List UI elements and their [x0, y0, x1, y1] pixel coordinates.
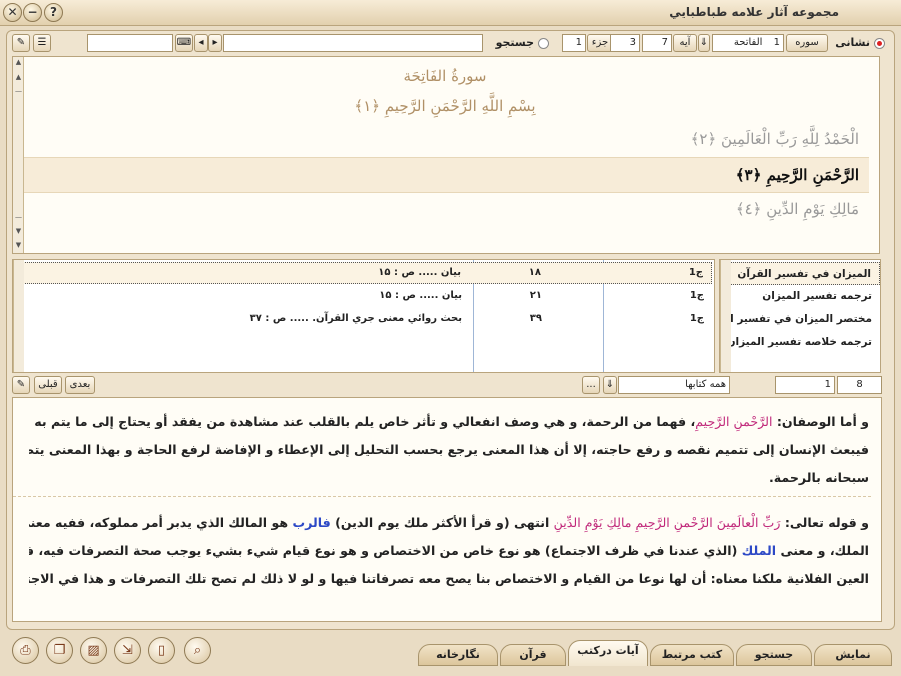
close-icon[interactable]: ✕: [3, 3, 22, 22]
ayah-field[interactable]: 7: [642, 34, 672, 52]
table-row[interactable]: ج1 ۱۸ بيان ..... ص : ۱۵: [22, 262, 712, 284]
commentary-text: و أما الوصفان: الرَّحْمنِ الرَّحِيمِ، فه…: [12, 397, 882, 622]
term-link[interactable]: الملك: [742, 543, 776, 558]
book-item[interactable]: مختصر الميزان في تفسير ال ...: [720, 308, 880, 331]
prev-icon[interactable]: ◂: [194, 34, 208, 52]
ref-page: ۲۱: [529, 290, 542, 301]
books-scrollbar[interactable]: [720, 260, 731, 372]
search-label: جستجو: [495, 36, 534, 49]
more-button[interactable]: ...: [582, 376, 600, 394]
ref-volume: ج1: [689, 290, 704, 301]
search-text-field[interactable]: [223, 34, 483, 52]
quran-toolbar: ✎ ☰ ⌨ ◂ ▸ جستجو 1 جزء 3 7 آيه ⇓ 1 الفاتح…: [12, 34, 889, 56]
ref-volume: ج1: [689, 313, 704, 324]
ref-page: ۳۹: [529, 313, 542, 324]
verse-4: مَالِكِ يَوْمِ الدِّينِ ﴿٤﴾: [735, 200, 859, 218]
verse-row-current[interactable]: الرَّحْمَنِ الرَّحِيمِ ﴿٣﴾: [13, 157, 869, 193]
window-title: مجموعه آثار علامه طباطبايي: [669, 5, 839, 19]
verse-row[interactable]: الْحَمْدُ لِلَّهِ رَبِّ الْعَالَمِينَ ﴿٢…: [13, 121, 869, 157]
surah-title: سورةُ الفَاتِحَة: [403, 67, 487, 85]
ref-page: ۱۸: [528, 267, 541, 278]
ref-volume: ج1: [688, 267, 703, 278]
verse-2: الْحَمْدُ لِلَّهِ رَبِّ الْعَالَمِينَ ﴿٢…: [690, 130, 859, 148]
references-table: ج1 ۱۸ بيان ..... ص : ۱۵ ج1 ۲۱ بيان .....…: [12, 259, 715, 373]
surah-label: سوره: [786, 34, 828, 52]
note-icon[interactable]: ▨: [80, 637, 107, 664]
export-icon[interactable]: ⇲: [114, 637, 141, 664]
text-line: العين الفلانية ملكنا معناه: أن لها نوعا …: [29, 571, 869, 586]
juz-field[interactable]: 1: [562, 34, 586, 52]
tab-search[interactable]: جستجو: [736, 644, 812, 666]
tab-quran[interactable]: قرآن: [500, 644, 566, 666]
next-icon[interactable]: ▸: [208, 34, 222, 52]
display-label: نشانی: [835, 36, 870, 49]
verse-3: الرَّحْمَنِ الرَّحِيمِ ﴿٣﴾: [735, 166, 859, 184]
ref-description: بحث روائي معنى جري القرآن. ..... ص : ۳۷: [249, 313, 462, 324]
tab-verses-in-books[interactable]: آيات درکتب: [568, 640, 648, 666]
surah-name-field[interactable]: 1 الفاتحة: [712, 34, 784, 52]
list-view-icon[interactable]: ☰: [33, 34, 51, 52]
text-line: و قوله تعالى: رَبِّ الْعالَمِينَ الرَّحْ…: [29, 515, 869, 530]
quran-quote[interactable]: رَبِّ الْعالَمِينَ الرَّحْمنِ الرَّحِيمِ…: [554, 515, 781, 530]
minimize-icon[interactable]: −: [23, 3, 42, 22]
verse-row[interactable]: مَالِكِ يَوْمِ الدِّينِ ﴿٤﴾: [13, 191, 869, 227]
basmala: بِسْمِ اللَّهِ الرَّحْمَنِ الرَّحِيمِ ﴿١…: [354, 97, 536, 115]
tab-gallery[interactable]: نگارخانه: [418, 644, 498, 666]
text-line: و أما الوصفان: الرَّحْمنِ الرَّحِيمِ، فه…: [29, 414, 869, 429]
books-select[interactable]: همه کتابها: [618, 376, 730, 394]
edit-note-icon[interactable]: ✎: [12, 34, 30, 52]
help-icon[interactable]: ?: [44, 3, 63, 22]
title-bar: ✕ − ? مجموعه آثار علامه طباطبايي: [0, 0, 901, 26]
text-line: فيبعث الإنسان إلى تتميم نقصه و رفع حاجته…: [29, 442, 869, 457]
ayah-field-b[interactable]: 3: [610, 34, 640, 52]
table-row[interactable]: ج1 ۲۱ بيان ..... ص : ۱۵: [22, 286, 712, 308]
dropdown-icon[interactable]: ⇓: [603, 376, 617, 394]
bottom-tabs: نمایش جستجو کتب مرتبط آيات درکتب قرآن نگ…: [404, 640, 892, 668]
quran-scrollbar[interactable]: ▲ ▲ — — ▼ ▼: [13, 57, 24, 253]
search-input[interactable]: [87, 34, 173, 52]
display-radio[interactable]: [874, 38, 885, 49]
search-radio[interactable]: [538, 38, 549, 49]
table-row[interactable]: ج1 ۳۹ بحث روائي معنى جري القرآن. ..... ص…: [22, 309, 712, 331]
prev-button[interactable]: قبلی: [34, 376, 62, 394]
copy-icon[interactable]: ❐: [46, 637, 73, 664]
text-line: سبحانه بالرحمة.: [768, 470, 869, 485]
quran-quote[interactable]: الرَّحْمنِ الرَّحِيمِ: [695, 414, 772, 429]
surah-name: الفاتحة: [733, 37, 763, 48]
page-number-field[interactable]: 1: [775, 376, 835, 394]
refs-scrollbar[interactable]: [13, 260, 24, 372]
term-link[interactable]: فالرب: [293, 515, 331, 530]
pen-icon[interactable]: ✎: [12, 376, 30, 394]
books-list: الميزان في تفسير القرآن ترجمه تفسير المي…: [719, 259, 881, 373]
nav-bar: ✎ قبلی بعدی ... ⇓ همه کتابها 1 8: [12, 376, 882, 394]
text-line: الملك، و معنى الملك (الذي عندنا في ظرف ا…: [29, 543, 869, 558]
ayah-dropdown-icon[interactable]: ⇓: [698, 34, 710, 52]
tab-display[interactable]: نمایش: [814, 644, 892, 666]
ayah-label: آيه: [673, 34, 697, 52]
book-item[interactable]: ترجمه تفسير الميزان: [720, 285, 880, 308]
page-icon[interactable]: ▯: [148, 637, 175, 664]
book-item[interactable]: الميزان في تفسير القرآن: [720, 262, 880, 285]
next-button[interactable]: بعدی: [65, 376, 95, 394]
surah-number: 1: [773, 37, 780, 48]
ref-description: بيان ..... ص : ۱۵: [379, 290, 462, 301]
ref-description: بيان ..... ص : ۱۵: [378, 267, 461, 278]
books-page-field[interactable]: 8: [837, 376, 882, 394]
quran-pane: سورةُ الفَاتِحَة بِسْمِ اللَّهِ الرَّحْم…: [12, 56, 880, 254]
book-item[interactable]: ترجمه خلاصه تفسير الميزان: [720, 331, 880, 354]
print-icon[interactable]: ⎙: [12, 637, 39, 664]
tab-related-books[interactable]: کتب مرتبط: [650, 644, 734, 666]
magnifier-icon[interactable]: ⌕: [184, 637, 211, 664]
keyboard-icon[interactable]: ⌨: [175, 34, 193, 52]
